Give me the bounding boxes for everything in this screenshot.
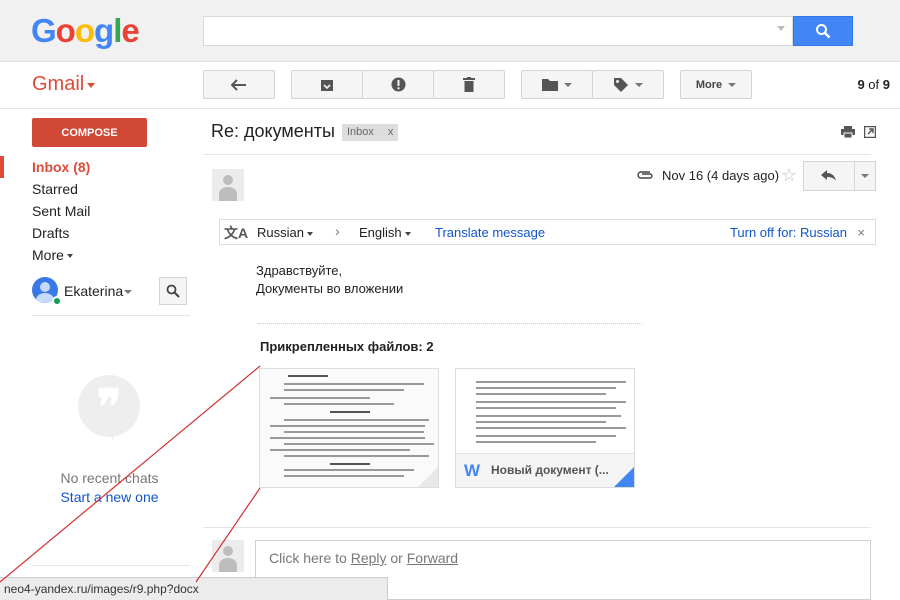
- sidebar-item-sent[interactable]: Sent Mail: [0, 200, 190, 222]
- forward-link[interactable]: Forward: [407, 550, 458, 566]
- reply-icon: [821, 170, 836, 181]
- folder-icon: [542, 79, 558, 91]
- top-bar: Google: [0, 0, 900, 62]
- no-chats-text: No recent chats: [60, 470, 159, 486]
- message-subject: Re: документы: [211, 121, 335, 141]
- divider: [258, 323, 642, 324]
- attachment-thumbnail[interactable]: [259, 368, 439, 488]
- chevron-down-icon[interactable]: [87, 83, 95, 88]
- sidebar-item-more[interactable]: More: [0, 244, 190, 266]
- google-logo[interactable]: Google: [31, 12, 140, 50]
- sender-avatar[interactable]: [212, 169, 244, 201]
- inbox-label-tag[interactable]: Inbox x: [342, 124, 399, 141]
- turn-off-translation-link[interactable]: Turn off for: Russian: [730, 225, 847, 240]
- report-spam-button[interactable]: [362, 70, 434, 99]
- user-name[interactable]: Ekaterina: [64, 283, 123, 299]
- word-icon: W: [464, 461, 481, 480]
- search-options-caret-icon[interactable]: [777, 26, 785, 31]
- archive-button[interactable]: [291, 70, 363, 99]
- message-body: Здравствуйте, Документы во вложении: [256, 262, 403, 298]
- chevron-down-icon: [306, 231, 313, 236]
- attachments-title: Прикрепленных файлов: 2: [260, 339, 434, 354]
- search-input[interactable]: [203, 16, 793, 46]
- remove-label-icon[interactable]: x: [388, 126, 394, 138]
- close-icon[interactable]: ×: [857, 225, 865, 240]
- hangouts-user: Ekaterina: [32, 277, 187, 307]
- translate-bar: 文A Russian › English Translate message T…: [219, 219, 876, 245]
- delete-button[interactable]: [433, 70, 505, 99]
- star-icon[interactable]: ☆: [781, 165, 797, 186]
- message-date[interactable]: Nov 16 (4 days ago): [662, 168, 779, 183]
- message-count: 9 of 9: [857, 77, 890, 92]
- translate-message-link[interactable]: Translate message: [435, 225, 545, 240]
- chevron-down-icon[interactable]: [124, 290, 132, 294]
- chevron-down-icon: [66, 254, 73, 259]
- body-line: Здравствуйте,: [256, 263, 343, 278]
- archive-icon: [321, 79, 333, 91]
- attachment-thumbnail[interactable]: W Новый документ (...: [455, 368, 635, 488]
- target-language-select[interactable]: English: [359, 225, 411, 240]
- sidebar-item-inbox[interactable]: Inbox (8): [0, 156, 190, 178]
- attachment-label: W Новый документ (...: [456, 453, 634, 487]
- search-icon: [816, 24, 831, 39]
- page-fold-icon: [614, 467, 634, 487]
- sidebar-nav: Inbox (8) Starred Sent Mail Drafts More: [0, 156, 190, 266]
- back-button[interactable]: [203, 70, 275, 99]
- labels-button[interactable]: [592, 70, 664, 99]
- browser-status-bar: neo4-yandex.ru/images/r9.php?docx: [0, 577, 388, 600]
- reply-button[interactable]: [803, 161, 855, 191]
- chevron-down-icon: [861, 174, 869, 178]
- hangouts-search-button[interactable]: [159, 277, 187, 305]
- chevron-down-icon: [728, 82, 737, 87]
- report-spam-icon: [391, 77, 405, 92]
- print-icon[interactable]: [841, 126, 855, 138]
- divider: [203, 154, 871, 155]
- status-url: neo4-yandex.ru/images/r9.php?docx: [4, 582, 199, 596]
- reply-avatar: [212, 540, 244, 572]
- label-icon: [614, 77, 628, 92]
- divider: [203, 527, 871, 528]
- delete-icon: [463, 77, 475, 92]
- hangouts-quote-icon: ❞: [78, 375, 140, 440]
- reply-more-button[interactable]: [854, 161, 876, 191]
- start-new-chat-link[interactable]: Start a new one: [32, 489, 187, 505]
- chevron-down-icon: [564, 82, 572, 87]
- divider: [0, 108, 900, 109]
- search-button[interactable]: [793, 16, 853, 46]
- attachment-name: Новый документ (...: [491, 463, 609, 477]
- search-icon: [166, 284, 180, 298]
- paperclip-icon: [637, 171, 653, 179]
- source-language-select[interactable]: Russian: [257, 225, 313, 240]
- sidebar-item-starred[interactable]: Starred: [0, 178, 190, 200]
- new-window-icon[interactable]: [864, 126, 876, 138]
- more-label: More: [695, 78, 723, 91]
- more-button[interactable]: More: [680, 70, 752, 99]
- chevron-down-icon: [404, 231, 411, 236]
- body-line: Документы во вложении: [256, 281, 404, 296]
- sidebar-item-drafts[interactable]: Drafts: [0, 222, 190, 244]
- back-arrow-icon: [231, 78, 246, 91]
- chevron-right-icon: ›: [335, 223, 340, 239]
- chevron-down-icon: [635, 82, 643, 87]
- divider: [32, 315, 190, 316]
- gmail-switcher[interactable]: Gmail: [32, 73, 84, 96]
- page-fold-icon: [418, 467, 438, 487]
- online-status-icon: [52, 296, 62, 306]
- compose-button[interactable]: COMPOSE: [32, 118, 147, 147]
- translate-icon: 文A: [224, 225, 249, 241]
- divider: [32, 565, 190, 566]
- reply-prompt: Click here to Reply or Forward: [269, 550, 459, 566]
- reply-link[interactable]: Reply: [351, 550, 387, 566]
- move-to-button[interactable]: [521, 70, 593, 99]
